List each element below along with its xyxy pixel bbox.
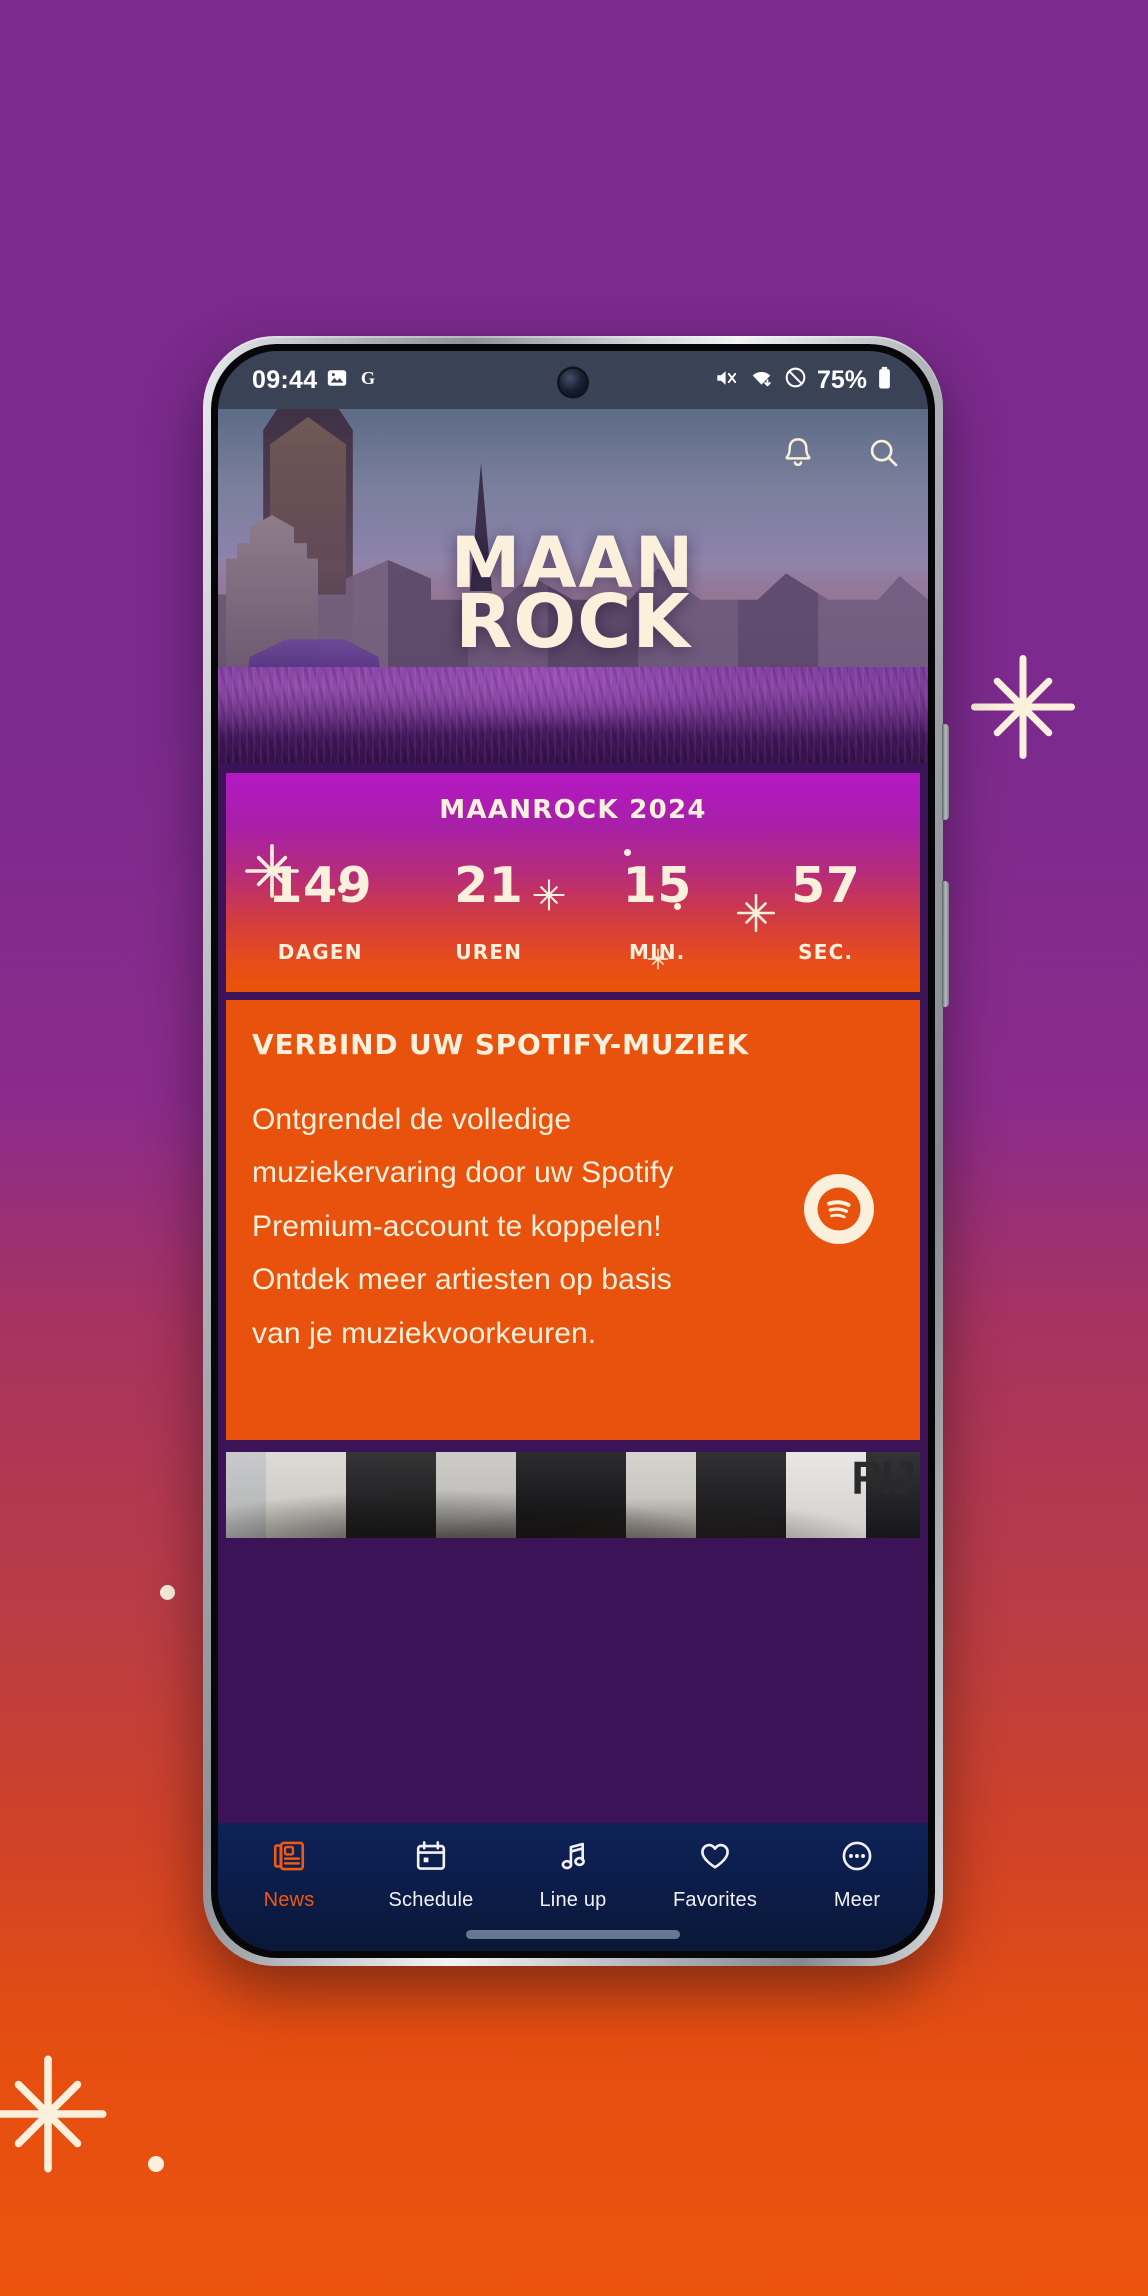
volume-button[interactable] [942, 724, 949, 820]
countdown-hours-label: UREN [455, 940, 523, 964]
notifications-button[interactable] [776, 431, 820, 475]
do-not-disturb-icon [784, 366, 807, 394]
battery-icon [877, 366, 892, 395]
decor-dot-left [160, 1585, 175, 1600]
countdown-days-label: DAGEN [277, 940, 363, 964]
news-image-shading [226, 1452, 920, 1538]
countdown-unit-days: 149 DAGEN [236, 861, 405, 964]
power-button[interactable] [942, 881, 949, 1007]
countdown-seconds-label: SEC. [798, 940, 854, 964]
nav-item-favorites[interactable]: Favorites [655, 1839, 775, 1912]
decor-dot-bottom [148, 2156, 164, 2172]
nav-label-lineup: Line up [539, 1889, 607, 1911]
status-bar-left: 09:44 G [252, 366, 379, 395]
countdown-minutes-value: 15 [622, 857, 692, 914]
countdown-title: MAANROCK 2024 [439, 795, 707, 825]
nav-label-favorites: Favorites [672, 1889, 758, 1911]
countdown-dot-2 [624, 849, 631, 856]
countdown-row: 149 DAGEN 21 UREN 15 MIN. 57 SEC. [236, 861, 910, 964]
home-indicator[interactable] [466, 1930, 680, 1939]
nav-item-news[interactable]: News [229, 1839, 349, 1912]
wifi-icon [749, 367, 774, 394]
bell-icon [785, 438, 811, 467]
countdown-unit-seconds: 57 SEC. [742, 861, 911, 964]
countdown-card: MAANROCK 2024 149 DAGEN 21 UREN 15 MIN. [226, 773, 920, 992]
countdown-seconds-value: 57 [791, 857, 861, 914]
maanrock-logo: MAAN ROCK [218, 528, 928, 666]
nav-label-news: News [263, 1889, 315, 1911]
nav-label-meer: Meer [833, 1889, 881, 1911]
music-note-icon [556, 1839, 590, 1878]
spotify-connect-card[interactable]: VERBIND UW SPOTIFY-MUZIEK Ontgrendel de … [226, 1000, 920, 1440]
newspaper-icon [272, 1839, 306, 1878]
news-card-image[interactable]: RIJ [226, 1452, 920, 1538]
nav-item-lineup[interactable]: Line up [513, 1839, 633, 1912]
nav-label-schedule: Schedule [388, 1889, 474, 1911]
countdown-unit-minutes: 15 MIN. [573, 861, 742, 964]
front-camera [559, 369, 587, 396]
spotify-card-body: Ontgrendel de volledige muziekervaring d… [252, 1103, 674, 1350]
hero-banner: MAAN ROCK [218, 409, 928, 763]
phone-bezel: 09:44 G 75% MAAN ROCK MAANROCK 2024 149 … [211, 344, 935, 1958]
google-icon: G [357, 367, 379, 394]
news-image-overlay-text: RIJ [851, 1452, 917, 1505]
battery-percent-label: 75% [816, 365, 867, 394]
logo-line-2: ROCK [455, 579, 691, 666]
status-time: 09:44 [252, 365, 318, 394]
nav-item-meer[interactable]: Meer [797, 1839, 917, 1912]
phone-device: 09:44 G 75% MAAN ROCK MAANROCK 2024 149 … [203, 336, 949, 1966]
countdown-days-value: 149 [268, 857, 373, 914]
countdown-minutes-label: MIN. [629, 940, 686, 964]
heart-icon [698, 1839, 732, 1878]
countdown-unit-hours: 21 UREN [405, 861, 574, 964]
svg-text:G: G [361, 367, 375, 387]
app-content: MAAN ROCK MAANROCK 2024 149 DAGEN 21 URE… [218, 409, 928, 1951]
spotify-card-title: VERBIND UW SPOTIFY-MUZIEK [252, 1028, 749, 1061]
countdown-hours-value: 21 [454, 857, 524, 914]
phone-screen: 09:44 G 75% MAAN ROCK MAANROCK 2024 149 … [218, 351, 928, 1951]
image-icon [326, 367, 348, 394]
search-button[interactable] [862, 431, 906, 475]
status-bar-right: 75% [714, 366, 892, 395]
nav-item-schedule[interactable]: Schedule [371, 1839, 491, 1912]
more-dots-icon [840, 1839, 874, 1878]
search-icon [870, 439, 898, 467]
spotify-icon[interactable] [802, 1172, 876, 1246]
calendar-icon [414, 1839, 448, 1878]
mute-icon [714, 367, 739, 394]
festival-crowd-texture [218, 667, 928, 763]
hero-action-bar [776, 431, 906, 475]
